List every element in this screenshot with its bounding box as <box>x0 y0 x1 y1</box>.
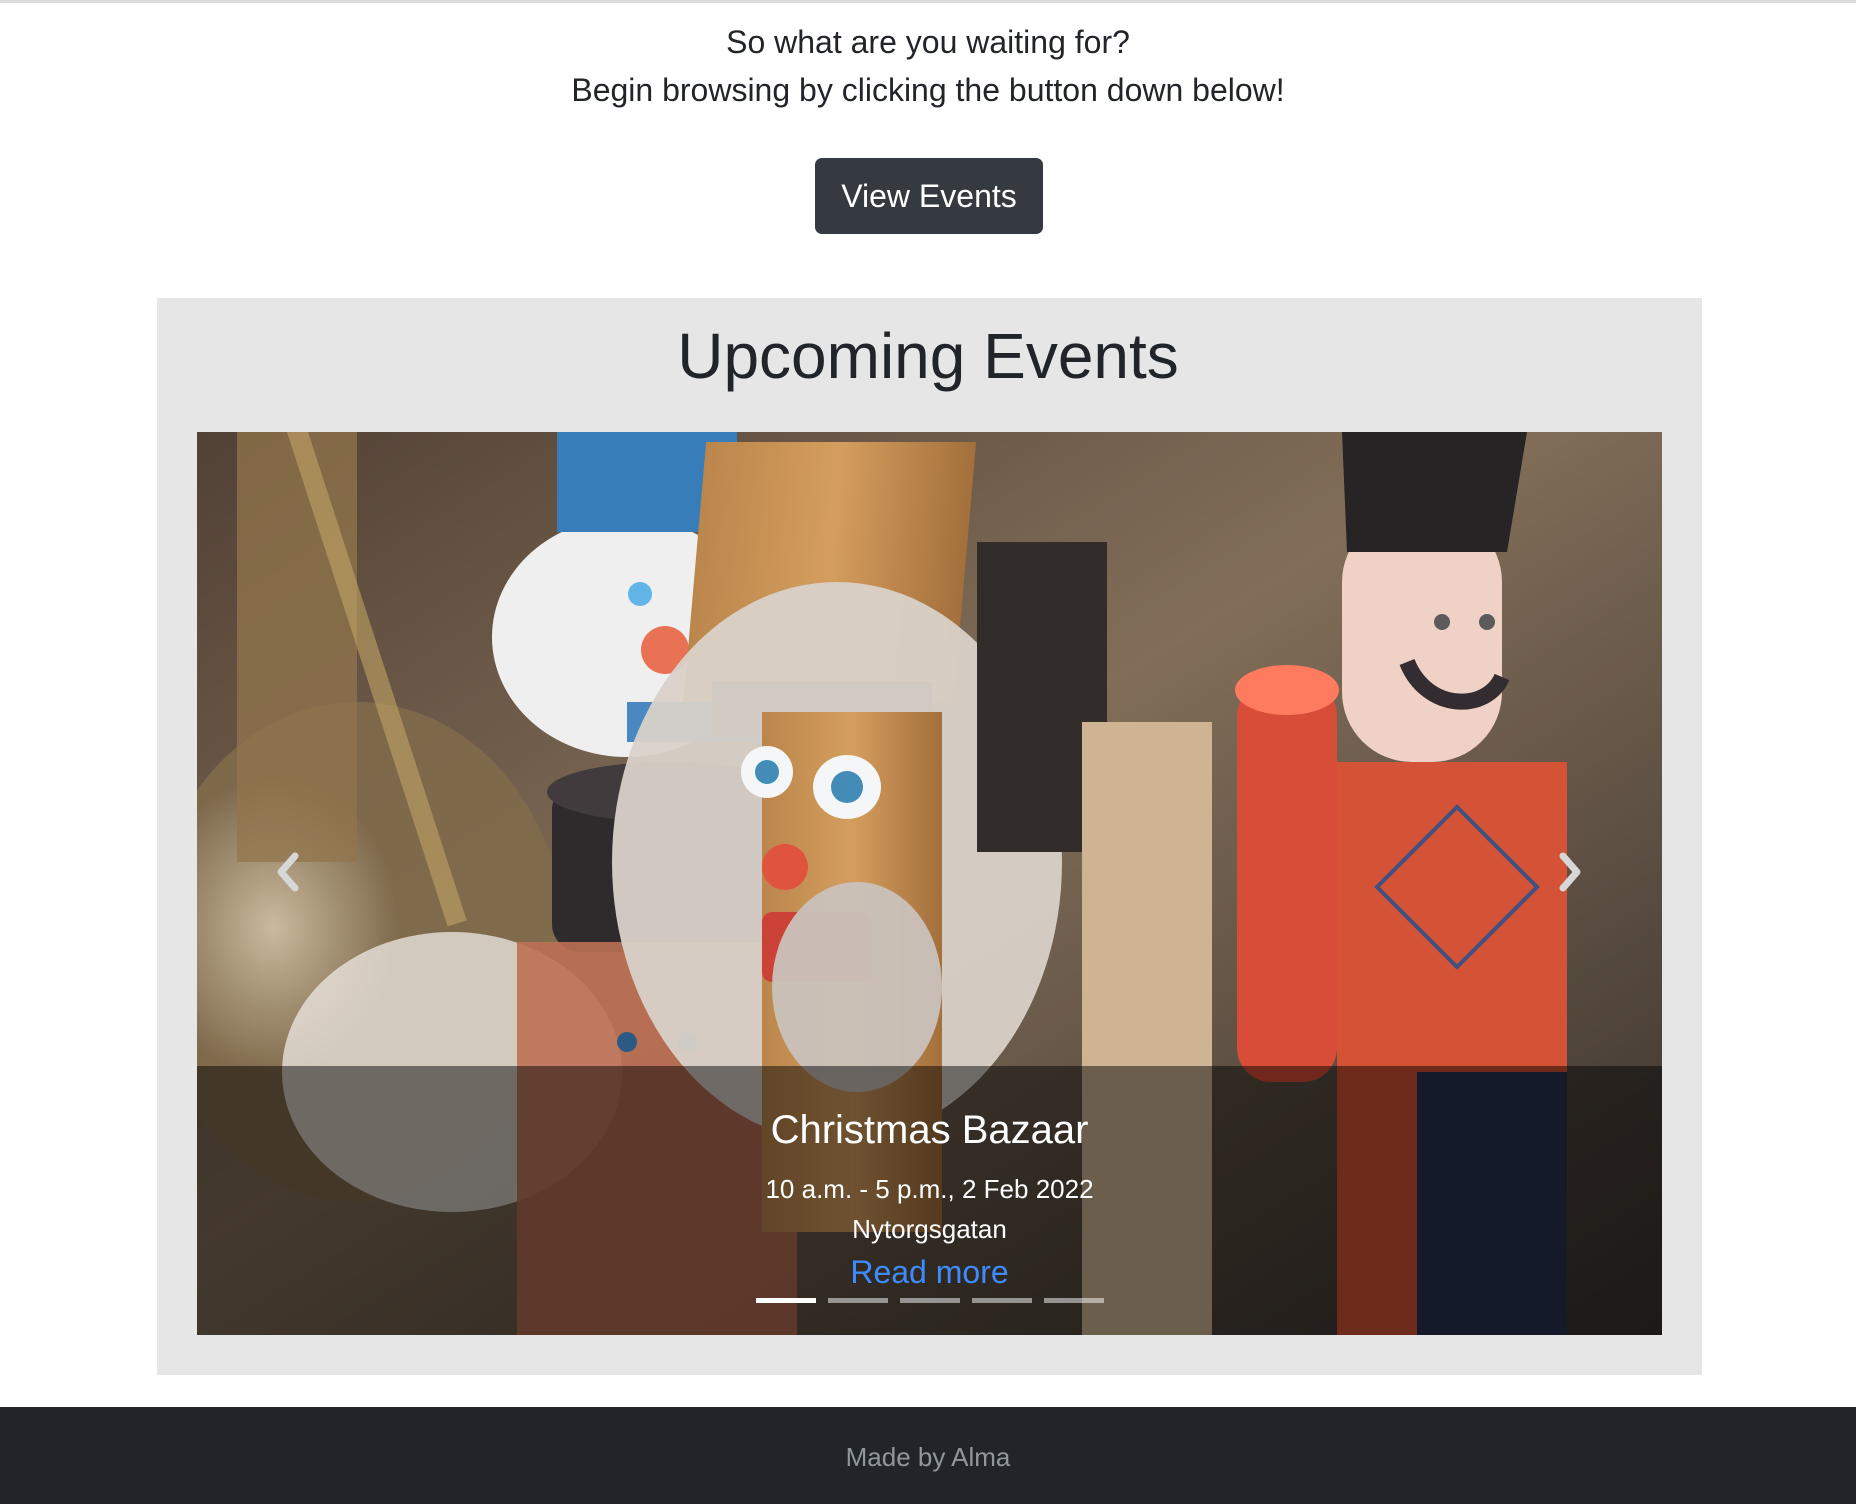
carousel-prev-button[interactable] <box>247 832 327 912</box>
chevron-right-icon <box>1559 852 1581 892</box>
slide-time: 10 a.m. - 5 p.m., 2 Feb 2022 <box>765 1174 1094 1204</box>
upcoming-events-title: Upcoming Events <box>677 320 1179 392</box>
carousel-indicator-5[interactable] <box>1044 1298 1104 1303</box>
intro-text: So what are you waiting for? Begin brows… <box>0 18 1856 114</box>
carousel-indicator-3[interactable] <box>900 1298 960 1303</box>
carousel-next-button[interactable] <box>1531 832 1611 912</box>
carousel-indicators <box>197 1298 1662 1308</box>
intro-line-2: Begin browsing by clicking the button do… <box>571 72 1285 108</box>
carousel-indicator-2[interactable] <box>828 1298 888 1303</box>
view-events-button[interactable]: View Events <box>815 158 1043 234</box>
intro-line-1: So what are you waiting for? <box>726 24 1130 60</box>
slide-location: Nytorgsgatan <box>852 1214 1007 1244</box>
events-carousel: Christmas Bazaar 10 a.m. - 5 p.m., 2 Feb… <box>197 432 1662 1335</box>
read-more-link[interactable]: Read more <box>197 1250 1662 1294</box>
carousel-indicator-4[interactable] <box>972 1298 1032 1303</box>
slide-title: Christmas Bazaar <box>770 1108 1089 1152</box>
chevron-left-icon <box>277 852 299 892</box>
top-divider <box>0 0 1856 3</box>
footer-credit: Made by Alma <box>845 1442 1011 1472</box>
carousel-indicator-1[interactable] <box>756 1298 816 1303</box>
